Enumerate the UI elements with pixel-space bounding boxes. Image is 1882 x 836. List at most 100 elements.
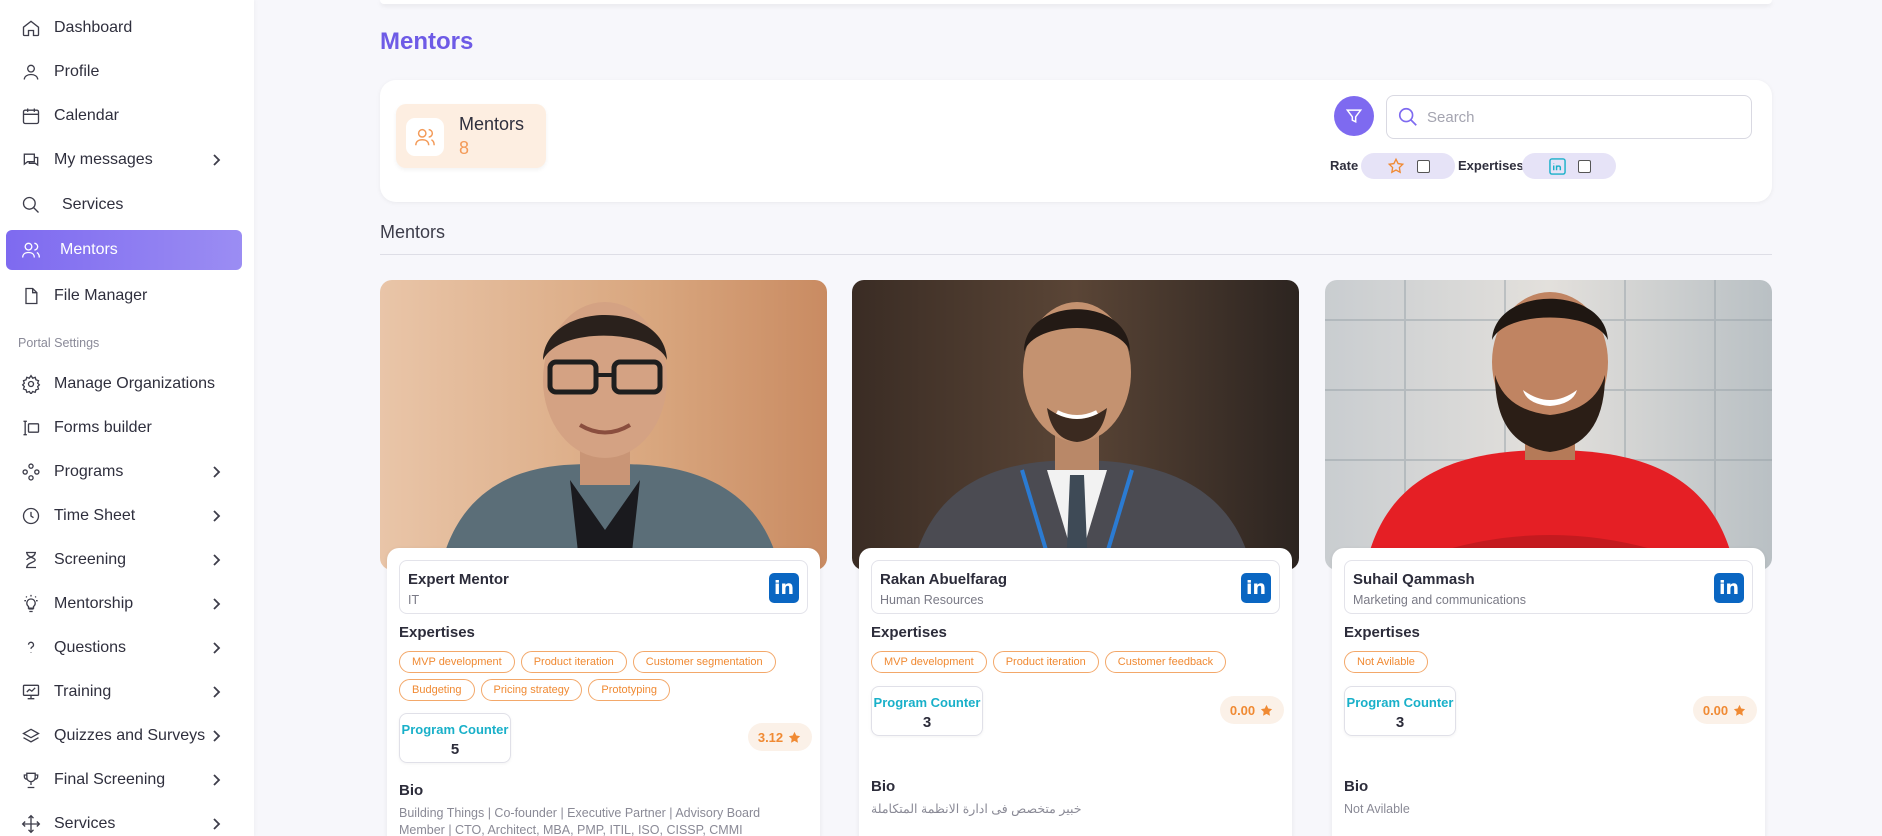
star-icon [789, 731, 801, 743]
chevron-right-icon [208, 508, 224, 524]
sidebar-item-mentors[interactable]: Mentors [6, 230, 242, 270]
mentor-card[interactable]: Expert Mentor IT in Expertises MVP devel… [380, 280, 827, 836]
expertise-tag: Budgeting [399, 679, 475, 701]
presentation-icon [20, 681, 42, 703]
expertises-filter-checkbox[interactable] [1578, 159, 1591, 173]
bio-heading: Bio [1344, 778, 1369, 795]
program-counter-value: 3 [1395, 714, 1405, 731]
sidebar-item-label: Mentors [60, 241, 118, 258]
linkedin-icon [1548, 157, 1566, 175]
expertises-heading: Expertises [871, 624, 947, 641]
filter-card: Mentors 8 Rate Expertises [380, 80, 1772, 202]
expertise-tag: MVP development [871, 651, 987, 673]
sidebar-item-my-messages[interactable]: My messages [6, 140, 242, 180]
expertise-tags: MVP development Product iteration Custom… [399, 651, 799, 701]
expertises-heading: Expertises [399, 624, 475, 641]
sidebar-item-time-sheet[interactable]: Time Sheet [6, 496, 242, 536]
linkedin-icon[interactable]: in [769, 573, 799, 603]
sidebar-item-screening[interactable]: Screening [6, 540, 242, 580]
users-icon [406, 118, 444, 156]
home-icon [20, 17, 42, 39]
chat-icon [20, 149, 42, 171]
mentor-name: Suhail Qammash [1353, 571, 1475, 588]
sidebar-item-label: Dashboard [54, 19, 133, 36]
program-counter: Program Counter 3 [1344, 686, 1456, 736]
rate-filter-pill[interactable] [1361, 153, 1455, 179]
sidebar-item-dashboard[interactable]: Dashboard [6, 8, 242, 48]
expertise-tag: MVP development [399, 651, 515, 673]
sidebar-item-manage-organizations[interactable]: Manage Organizations [6, 364, 242, 404]
hourglass-icon [20, 549, 42, 571]
chevron-right-icon [208, 552, 224, 568]
expertise-tag: Customer feedback [1104, 651, 1227, 673]
sidebar-item-label: Time Sheet [54, 507, 136, 524]
expertises-filter-pill[interactable] [1522, 153, 1616, 179]
sidebar-item-quizzes-and-surveys[interactable]: Quizzes and Surveys [6, 716, 242, 756]
sidebar-item-profile[interactable]: Profile [6, 52, 242, 92]
mentor-department: Marketing and communications [1353, 593, 1526, 607]
sidebar-item-label: Forms builder [54, 419, 152, 436]
sidebar-item-services[interactable]: Services [6, 185, 242, 225]
mentor-name-box: Rakan Abuelfarag Human Resources in [871, 560, 1280, 614]
filter-button[interactable] [1334, 96, 1374, 136]
expertise-tag: Customer segmentation [632, 651, 776, 673]
bio-heading: Bio [399, 782, 424, 799]
mentor-card[interactable]: Suhail Qammash Marketing and communicati… [1325, 280, 1772, 836]
rate-filter-checkbox[interactable] [1417, 159, 1430, 173]
chevron-right-icon [208, 728, 224, 744]
form-icon [20, 417, 42, 439]
linkedin-icon[interactable]: in [1714, 573, 1744, 603]
sidebar-item-programs[interactable]: Programs [6, 452, 242, 492]
program-counter: Program Counter 3 [871, 686, 983, 736]
sidebar-item-calendar[interactable]: Calendar [6, 96, 242, 136]
sidebar-item-label: Profile [54, 63, 100, 80]
sidebar-item-training[interactable]: Training [6, 672, 242, 712]
mentor-info: Rakan Abuelfarag Human Resources in Expe… [859, 548, 1292, 836]
program-counter-value: 3 [922, 714, 932, 731]
section-title-mentors: Mentors [380, 222, 446, 242]
sidebar-item-label: Programs [54, 463, 124, 480]
sidebar-item-label: Services [54, 815, 116, 832]
program-counter: Program Counter 5 [399, 713, 511, 763]
mentor-name-box: Suhail Qammash Marketing and communicati… [1344, 560, 1753, 614]
sidebar-item-mentorship[interactable]: Mentorship [6, 584, 242, 624]
sidebar-item-label: My messages [54, 151, 153, 168]
expertise-tag: Pricing strategy [480, 679, 583, 701]
sidebar-item-final-screening[interactable]: Final Screening [6, 760, 242, 800]
search-input[interactable] [1427, 108, 1727, 126]
rating-value: 0.00 [1229, 702, 1256, 718]
bulb-icon [20, 593, 42, 615]
mentor-card[interactable]: Rakan Abuelfarag Human Resources in Expe… [852, 280, 1299, 836]
move-icon [20, 813, 42, 835]
chevron-right-icon [208, 684, 224, 700]
chevron-right-icon [208, 772, 224, 788]
sidebar-item-label: Quizzes and Surveys [54, 727, 206, 744]
search-box[interactable] [1386, 95, 1752, 139]
sidebar-item-questions[interactable]: Questions [6, 628, 242, 668]
calendar-icon [20, 105, 42, 127]
expertise-tag: Prototyping [588, 679, 671, 701]
chevron-right-icon [208, 596, 224, 612]
linkedin-icon[interactable]: in [1241, 573, 1271, 603]
mentors-count-label: Mentors [459, 114, 525, 134]
mentor-info: Suhail Qammash Marketing and communicati… [1332, 548, 1765, 836]
programs-icon [20, 461, 42, 483]
mentors-count-value: 8 [459, 138, 470, 158]
search-icon [1398, 107, 1417, 126]
sidebar-item-label: Screening [54, 551, 127, 568]
rating-badge: 0.00 [1220, 696, 1284, 724]
mentor-bio: خبير متخصص فى ادارة الانظمة المتكاملة [871, 802, 1082, 816]
expertise-tag: Product iteration [992, 651, 1099, 673]
chevron-right-icon [208, 640, 224, 656]
section-label-portal-settings: Portal Settings [18, 336, 100, 350]
sidebar-item-forms-builder[interactable]: Forms builder [6, 408, 242, 448]
expertises-heading: Expertises [1344, 624, 1420, 641]
sidebar-item-label: File Manager [54, 287, 148, 304]
sidebar-item-services-2[interactable]: Services [6, 804, 242, 836]
gear-icon [20, 373, 42, 395]
sidebar-item-file-manager[interactable]: File Manager [6, 276, 242, 316]
page-title: Mentors [380, 28, 474, 55]
mentors-count-card: Mentors 8 [396, 104, 546, 168]
users-icon [20, 239, 42, 261]
expertises-filter-label: Expertises [1458, 158, 1524, 173]
